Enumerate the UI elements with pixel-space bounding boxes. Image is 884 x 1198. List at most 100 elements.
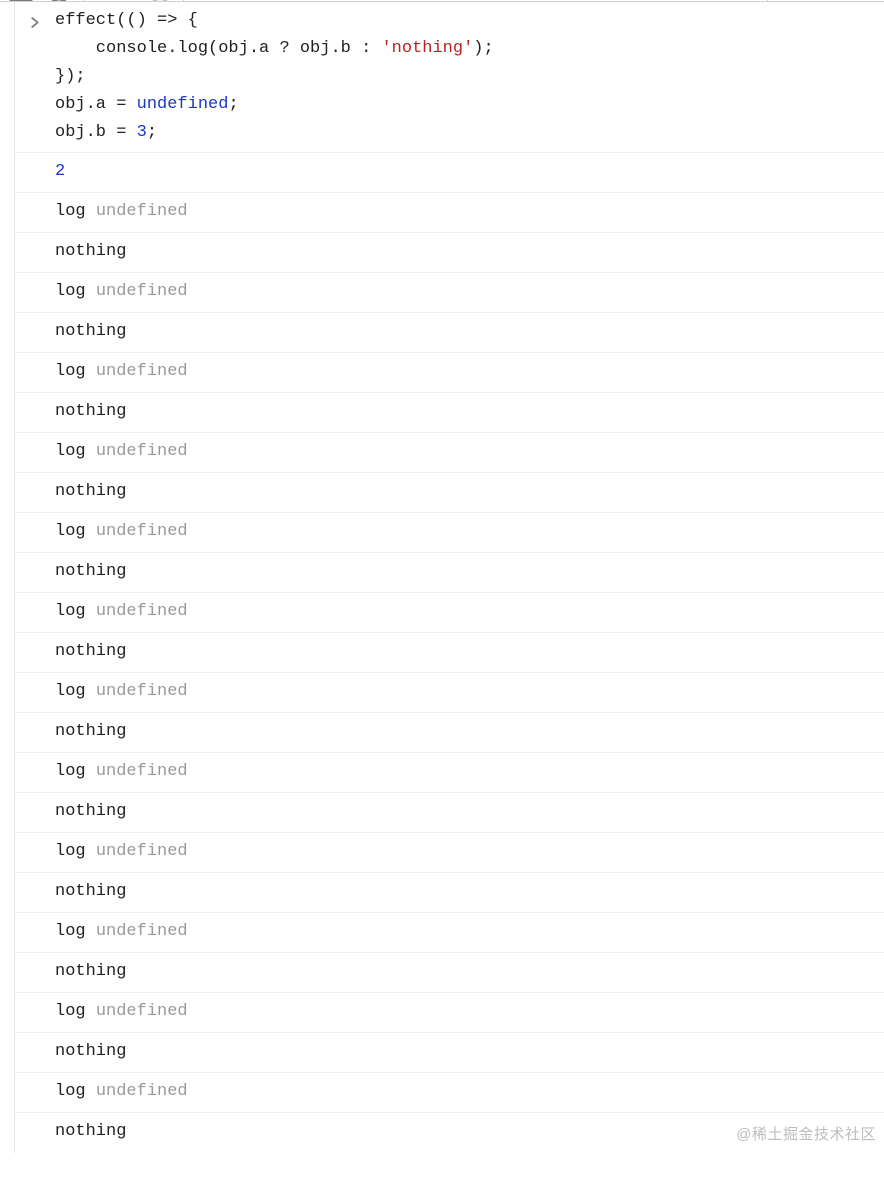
log-value: undefined bbox=[96, 442, 188, 461]
code-token: ; bbox=[147, 123, 157, 142]
log-prefix: log bbox=[55, 762, 96, 781]
result-number: 2 bbox=[55, 162, 65, 181]
code-token: ? bbox=[279, 39, 289, 58]
log-gutter bbox=[15, 198, 55, 202]
log-gutter bbox=[15, 878, 55, 882]
log-prefix: log bbox=[55, 602, 96, 621]
console-log-message: log undefined bbox=[55, 838, 884, 866]
console-log-row: log undefined bbox=[15, 1073, 884, 1113]
console-log-message: log undefined bbox=[55, 438, 884, 466]
log-value: undefined bbox=[96, 522, 188, 541]
log-gutter bbox=[15, 798, 55, 802]
console-log-row: log undefined bbox=[15, 833, 884, 873]
console-log-message: log undefined bbox=[55, 198, 884, 226]
console-log-row: nothing bbox=[15, 473, 884, 513]
log-value: undefined bbox=[96, 282, 188, 301]
log-value: nothing bbox=[55, 1122, 126, 1141]
console-log-message: log undefined bbox=[55, 598, 884, 626]
log-gutter bbox=[15, 278, 55, 282]
console-output: effect(() => { console.log(obj.a ? obj.b… bbox=[14, 2, 884, 1153]
console-input-row[interactable]: effect(() => { console.log(obj.a ? obj.b… bbox=[15, 2, 884, 153]
console-log-row: log undefined bbox=[15, 433, 884, 473]
context-selector[interactable]: top bbox=[97, 0, 137, 1]
console-log-message: log undefined bbox=[55, 1078, 884, 1106]
log-gutter bbox=[15, 598, 55, 602]
code-token bbox=[371, 39, 381, 58]
log-prefix: log bbox=[55, 1002, 96, 1021]
log-prefix: log bbox=[55, 362, 96, 381]
console-log-row: log undefined bbox=[15, 593, 884, 633]
log-value: undefined bbox=[96, 842, 188, 861]
code-token-keyword: undefined bbox=[137, 95, 229, 114]
console-result-value: 2 bbox=[55, 158, 884, 186]
console-log-row: nothing bbox=[15, 1033, 884, 1073]
code-token: (() bbox=[116, 11, 157, 30]
log-gutter bbox=[15, 438, 55, 442]
code-token bbox=[126, 95, 136, 114]
log-prefix: log bbox=[55, 442, 96, 461]
console-log-message: log undefined bbox=[55, 518, 884, 546]
log-gutter bbox=[15, 558, 55, 562]
log-gutter bbox=[15, 1078, 55, 1082]
console-log-message: log undefined bbox=[55, 278, 884, 306]
code-token-string: 'nothing' bbox=[381, 39, 473, 58]
log-gutter bbox=[15, 518, 55, 522]
console-log-row: log undefined bbox=[15, 353, 884, 393]
console-log-message: nothing bbox=[55, 238, 884, 266]
log-gutter bbox=[15, 638, 55, 642]
log-gutter bbox=[15, 998, 55, 1002]
console-log-message: nothing bbox=[55, 958, 884, 986]
code-token: => bbox=[157, 11, 177, 30]
console-log-message: nothing bbox=[55, 1118, 884, 1146]
log-gutter bbox=[15, 358, 55, 362]
log-value: nothing bbox=[55, 802, 126, 821]
console-log-row: log undefined bbox=[15, 673, 884, 713]
console-log-message: nothing bbox=[55, 478, 884, 506]
log-prefix: log bbox=[55, 282, 96, 301]
console-log-row: log undefined bbox=[15, 913, 884, 953]
console-log-message: nothing bbox=[55, 638, 884, 666]
log-value: nothing bbox=[55, 482, 126, 501]
code-token bbox=[126, 123, 136, 142]
log-prefix: log bbox=[55, 202, 96, 221]
console-log-message: nothing bbox=[55, 1038, 884, 1066]
code-token: obj.b bbox=[55, 123, 116, 142]
console-log-row: log undefined bbox=[15, 753, 884, 793]
log-value: nothing bbox=[55, 1042, 126, 1061]
code-token: ; bbox=[228, 95, 238, 114]
console-log-row: nothing bbox=[15, 1113, 884, 1153]
console-input-code[interactable]: effect(() => { console.log(obj.a ? obj.b… bbox=[55, 7, 884, 147]
code-token: { bbox=[177, 11, 197, 30]
log-gutter bbox=[15, 758, 55, 762]
log-gutter bbox=[15, 958, 55, 962]
log-value: nothing bbox=[55, 402, 126, 421]
code-token: obj.a bbox=[55, 95, 116, 114]
log-value: undefined bbox=[96, 202, 188, 221]
input-chevron-icon bbox=[15, 7, 55, 28]
log-prefix: log bbox=[55, 1082, 96, 1101]
log-value: undefined bbox=[96, 682, 188, 701]
code-token: obj.b bbox=[290, 39, 361, 58]
console-log-message: nothing bbox=[55, 718, 884, 746]
log-prefix: log bbox=[55, 682, 96, 701]
code-token: ); bbox=[473, 39, 493, 58]
log-levels-dropdown[interactable]: Default lev bbox=[780, 0, 876, 1]
code-token: console.log(obj.a bbox=[55, 39, 279, 58]
code-token: }); bbox=[55, 67, 86, 86]
console-log-row: nothing bbox=[15, 633, 884, 673]
code-token: = bbox=[116, 123, 126, 142]
result-gutter bbox=[15, 158, 55, 162]
console-log-row: nothing bbox=[15, 713, 884, 753]
console-log-message: log undefined bbox=[55, 918, 884, 946]
log-value: undefined bbox=[96, 922, 188, 941]
code-token-number: 3 bbox=[137, 123, 147, 142]
log-value: nothing bbox=[55, 722, 126, 741]
console-log-message: log undefined bbox=[55, 758, 884, 786]
log-gutter bbox=[15, 678, 55, 682]
log-gutter bbox=[15, 318, 55, 322]
log-value: undefined bbox=[96, 762, 188, 781]
console-log-message: log undefined bbox=[55, 998, 884, 1026]
console-log-message: log undefined bbox=[55, 678, 884, 706]
log-gutter bbox=[15, 718, 55, 722]
console-log-message: nothing bbox=[55, 878, 884, 906]
